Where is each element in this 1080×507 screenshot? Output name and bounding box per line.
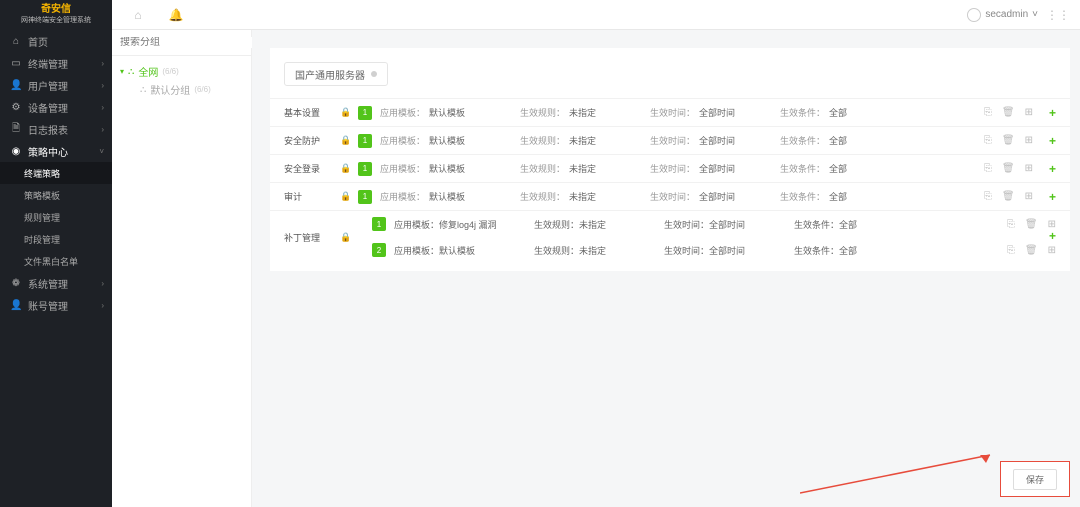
brand-name: 奇安信 [41, 5, 71, 15]
tree-child[interactable]: ⛬ 默认分组 (6/6) [120, 80, 243, 98]
grid-icon[interactable]: ⋮⋮ [1046, 3, 1070, 27]
group-tree: ▾ ⛬ 全网 (6/6) ⛬ 默认分组 (6/6) [112, 56, 251, 104]
group-tree-panel: ⌕ ▾ ⛬ 全网 (6/6) ⛬ 默认分组 (6/6) [112, 30, 252, 507]
top-bar: 奇安信 网神终端安全管理系统 ⌂ 🔔 secadmin ˅ ⋮⋮ [0, 0, 1080, 30]
delete-icon[interactable]: 🗑 [1002, 163, 1015, 174]
nav-log[interactable]: 🗎日志报表› [0, 118, 112, 140]
save-button[interactable]: 保存 [1013, 469, 1057, 490]
row-category: 基本设置 [284, 106, 340, 119]
delete-icon[interactable]: 🗑 [1025, 245, 1038, 256]
nav-policy-rule[interactable]: 规则管理 [0, 206, 112, 228]
chevron-right-icon: › [101, 103, 104, 112]
policy-row-protect: 安全防护 🔒 1 应用模板：默认模板 生效规则：未指定 生效时间：全部时间 生效… [270, 126, 1070, 154]
chevron-down-icon: ˅ [99, 147, 104, 156]
nav-policy-template[interactable]: 策略模板 [0, 184, 112, 206]
row-order-badge: 1 [358, 106, 372, 120]
copy-icon[interactable]: ⎘ [984, 191, 992, 202]
grid-icon[interactable]: ⊞ [1025, 135, 1033, 146]
lock-icon[interactable]: 🔒 [340, 135, 358, 146]
add-button[interactable]: + [1049, 162, 1056, 176]
nav-policy[interactable]: ◉策略中心˅ [0, 140, 112, 162]
lock-icon[interactable]: 🔒 [340, 163, 358, 174]
nav-account[interactable]: 👤账号管理› [0, 294, 112, 316]
nav-user[interactable]: 👤用户管理› [0, 74, 112, 96]
chevron-right-icon: › [101, 301, 104, 310]
nav-policy-file[interactable]: 文件黑白名单 [0, 250, 112, 272]
delete-icon[interactable]: 🗑 [1002, 135, 1015, 146]
home-icon[interactable]: ⌂ [126, 3, 150, 27]
policy-card: 国产通用服务器 基本设置 🔒 1 应用模板：默认模板 生效规则：未指定 生效时间… [270, 48, 1070, 271]
grid-icon[interactable]: ⊞ [1025, 191, 1033, 202]
tree-expand-icon[interactable]: ▾ [120, 67, 124, 76]
nav-terminal[interactable]: ▭终端管理› [0, 52, 112, 74]
policy-row-login: 安全登录 🔒 1 应用模板：默认模板 生效规则：未指定 生效时间：全部时间 生效… [270, 154, 1070, 182]
chevron-right-icon: › [101, 81, 104, 90]
tree-root-count: (6/6) [162, 67, 178, 76]
chevron-right-icon: › [101, 279, 104, 288]
group-search[interactable]: ⌕ [112, 30, 251, 56]
main-area: 国产通用服务器 基本设置 🔒 1 应用模板：默认模板 生效规则：未指定 生效时间… [252, 30, 1080, 507]
platform-pill[interactable]: 国产通用服务器 [284, 62, 388, 86]
group-icon: ⛬ [140, 84, 146, 95]
pill-dot-icon [371, 71, 377, 77]
add-button[interactable]: + [1049, 190, 1056, 204]
chevron-down-icon: ˅ [1032, 9, 1038, 20]
grid-icon[interactable]: ⊞ [1025, 107, 1033, 118]
add-button[interactable]: + [1049, 229, 1056, 243]
policy-row-basic: 基本设置 🔒 1 应用模板：默认模板 生效规则：未指定 生效时间：全部时间 生效… [270, 98, 1070, 126]
chevron-right-icon: › [101, 125, 104, 134]
tree-root[interactable]: ▾ ⛬ 全网 (6/6) [120, 62, 243, 80]
chevron-right-icon: › [101, 59, 104, 68]
policy-row-patch: 补丁管理 🔒 1 应用模板：修复log4j 漏洞 生效规则：未指定 生效时间：全… [270, 210, 1070, 263]
tree-root-label: 全网 [138, 64, 158, 79]
monitor-icon: ▭ [10, 58, 22, 69]
grid-icon[interactable]: ⊞ [1048, 245, 1056, 256]
grid-icon[interactable]: ⊞ [1025, 163, 1033, 174]
policy-row-audit: 审计 🔒 1 应用模板：默认模板 生效规则：未指定 生效时间：全部时间 生效条件… [270, 182, 1070, 210]
save-highlight-box: 保存 [1000, 461, 1070, 497]
account-icon: 👤 [10, 300, 22, 311]
tree-child-label: 默认分组 [150, 82, 190, 97]
nav-device[interactable]: ⚙设备管理› [0, 96, 112, 118]
user-icon: 👤 [10, 80, 22, 91]
side-nav: ⌂首页 ▭终端管理› 👤用户管理› ⚙设备管理› 🗎日志报表› ◉策略中心˅ 终… [0, 30, 112, 507]
user-name: secadmin [985, 9, 1028, 20]
copy-icon[interactable]: ⎘ [984, 163, 992, 174]
pill-label: 国产通用服务器 [295, 67, 365, 82]
copy-icon[interactable]: ⎘ [1007, 245, 1015, 256]
lock-icon[interactable]: 🔒 [340, 107, 358, 118]
user-avatar-icon [967, 8, 981, 22]
patch-subrow-1: 1 应用模板：修复log4j 漏洞 生效规则：未指定 生效时间：全部时间 生效条… [270, 211, 1070, 237]
nav-system[interactable]: ❁系统管理› [0, 272, 112, 294]
policy-rows: 基本设置 🔒 1 应用模板：默认模板 生效规则：未指定 生效时间：全部时间 生效… [270, 98, 1070, 263]
nav-policy-terminal[interactable]: 终端策略 [0, 162, 112, 184]
copy-icon[interactable]: ⎘ [984, 135, 992, 146]
bell-icon[interactable]: 🔔 [164, 3, 188, 27]
patch-subrow-2: 2 应用模板：默认模板 生效规则：未指定 生效时间：全部时间 生效条件：全部 ⎘… [270, 237, 1070, 263]
delete-icon[interactable]: 🗑 [1025, 219, 1038, 230]
report-icon: 🗎 [10, 121, 22, 138]
add-button[interactable]: + [1049, 106, 1056, 120]
group-search-input[interactable] [120, 37, 252, 48]
network-icon: ⛬ [128, 66, 134, 77]
brand-tagline: 网神终端安全管理系统 [21, 17, 91, 24]
tree-child-count: (6/6) [194, 85, 210, 94]
nav-policy-time[interactable]: 时段管理 [0, 228, 112, 250]
copy-icon[interactable]: ⎘ [1007, 219, 1015, 230]
home-icon: ⌂ [10, 36, 22, 47]
add-button[interactable]: + [1049, 134, 1056, 148]
cog-icon: ❁ [10, 278, 22, 289]
user-menu[interactable]: secadmin ˅ [967, 8, 1038, 22]
copy-icon[interactable]: ⎘ [984, 107, 992, 118]
grid-icon[interactable]: ⊞ [1048, 219, 1056, 230]
nav-home[interactable]: ⌂首页 [0, 30, 112, 52]
delete-icon[interactable]: 🗑 [1002, 191, 1015, 202]
target-icon: ◉ [10, 146, 22, 157]
logo: 奇安信 网神终端安全管理系统 [0, 0, 112, 30]
gear-icon: ⚙ [10, 102, 22, 113]
lock-icon[interactable]: 🔒 [340, 191, 358, 202]
delete-icon[interactable]: 🗑 [1002, 107, 1015, 118]
